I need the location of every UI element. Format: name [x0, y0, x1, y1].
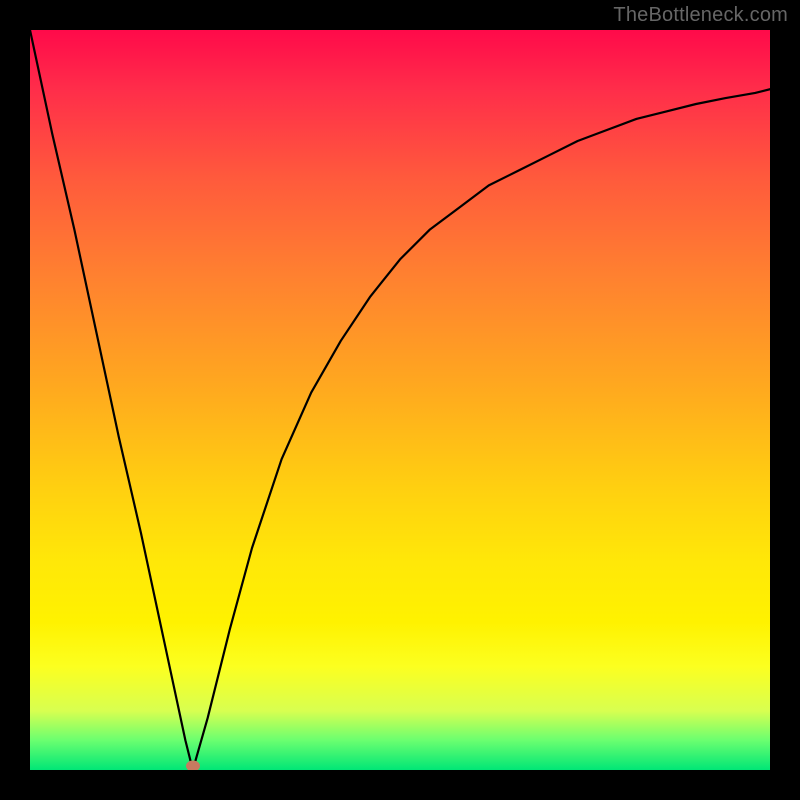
chart-frame: TheBottleneck.com: [0, 0, 800, 800]
bottleneck-curve: [30, 30, 770, 770]
watermark-text: TheBottleneck.com: [613, 4, 788, 27]
plot-area: [30, 30, 770, 770]
optimal-point-marker: [186, 761, 200, 771]
